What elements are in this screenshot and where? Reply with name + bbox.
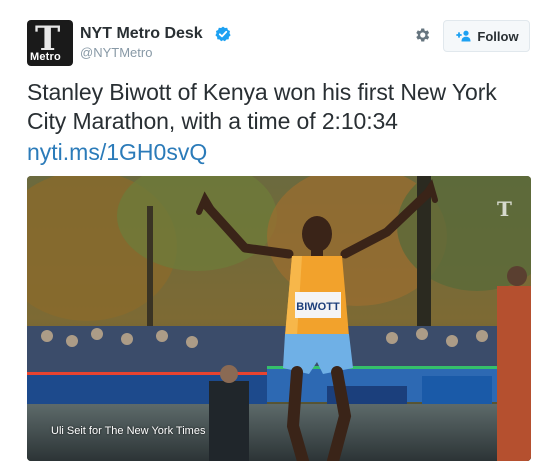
tweet-link[interactable]: nyti.ms/1GH0svQ [27,138,207,167]
gear-icon[interactable] [413,26,431,44]
avatar[interactable]: T Metro [27,20,73,66]
follow-button[interactable]: Follow [443,20,530,52]
verified-badge-icon [215,26,231,42]
add-user-icon [456,30,471,42]
author-display-name[interactable]: NYT Metro Desk [80,25,203,43]
author-screen-name[interactable]: @NYTMetro [80,45,152,60]
avatar-metro-label: Metro [30,51,61,63]
nyt-watermark: T [497,197,512,221]
bib-name: BIWOTT [296,301,340,313]
tweet-photo[interactable]: BIWOTT T Uli Seit for The New York Times [27,176,531,461]
follow-button-label: Follow [477,28,519,44]
marathon-photo-illustration: BIWOTT T [27,176,531,461]
photo-credit: Uli Seit for The New York Times [51,425,206,437]
tweet-text: Stanley Biwott of Kenya won his first Ne… [27,79,497,134]
